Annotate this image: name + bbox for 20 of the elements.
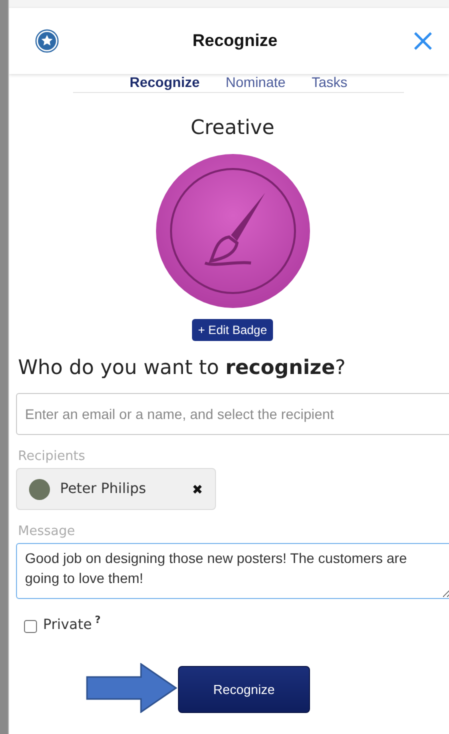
tab[interactable]: Recognize (130, 74, 200, 90)
recipient-search-field[interactable]: Enter an email or a name, and select the recipient (16, 393, 449, 435)
private-label: Private (43, 617, 92, 633)
tab[interactable]: Tasks (312, 74, 348, 90)
help-hint[interactable]: ? (94, 615, 101, 626)
message-label: Message (18, 524, 76, 539)
modal-title: Recognize (192, 31, 278, 51)
remove-button[interactable]: ✖ (192, 482, 203, 496)
message-field[interactable]: Good job on designing those new posters! The customers are going to love them! (16, 543, 449, 599)
private-checkbox[interactable] (24, 620, 37, 633)
badge-name: Creative (190, 115, 276, 139)
recipients-label: Recipients (18, 449, 86, 464)
edit-badge-button[interactable]: + Edit Badge (192, 319, 274, 341)
tab[interactable]: Nominate (226, 74, 286, 90)
recipient-name: Peter Philips (60, 481, 148, 497)
recognize-button[interactable]: Recognize (178, 666, 310, 713)
star-badge-icon (35, 29, 59, 53)
question-heading: Who do you want to recognize? (18, 355, 347, 379)
avatar-placeholder (29, 478, 50, 500)
paintbrush-medal-icon (154, 153, 310, 309)
